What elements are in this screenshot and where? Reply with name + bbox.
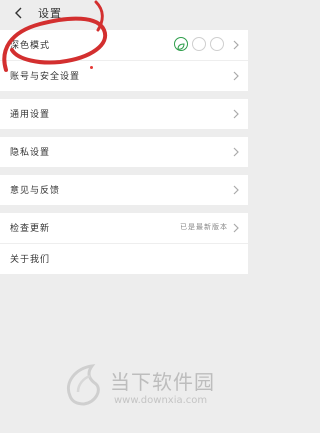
settings-group-2: 通用设置 xyxy=(0,99,248,129)
dark-mode-label: 深色模式 xyxy=(10,41,51,51)
leaf-icon xyxy=(177,43,185,50)
theme-option-light[interactable] xyxy=(192,37,206,51)
chevron-right-icon xyxy=(233,71,239,81)
about-label: 关于我们 xyxy=(10,255,51,265)
check-update-row[interactable]: 检查更新 已是最新版本 xyxy=(0,213,248,244)
dark-mode-row[interactable]: 深色模式 xyxy=(0,30,248,61)
chevron-right-icon xyxy=(233,40,239,50)
settings-group-5: 检查更新 已是最新版本 关于我们 xyxy=(0,213,248,274)
back-arrow-icon[interactable] xyxy=(12,6,26,20)
general-settings-label: 通用设置 xyxy=(10,110,51,120)
privacy-settings-row[interactable]: 隐私设置 xyxy=(0,137,248,167)
settings-group-3: 隐私设置 xyxy=(0,137,248,167)
feedback-row[interactable]: 意见与反馈 xyxy=(0,175,248,205)
watermark: 当下软件园 www.downxia.com xyxy=(62,362,248,422)
version-status: 已是最新版本 xyxy=(180,223,228,231)
settings-group-1: 深色模式 账号与安全设置 xyxy=(0,30,248,91)
feedback-label: 意见与反馈 xyxy=(10,186,61,196)
watermark-url: www.downxia.com xyxy=(114,395,208,406)
chevron-right-icon xyxy=(233,109,239,119)
account-security-label: 账号与安全设置 xyxy=(10,72,81,82)
page-title: 设置 xyxy=(38,7,62,20)
about-row[interactable]: 关于我们 xyxy=(0,244,248,274)
chevron-right-icon xyxy=(233,223,239,233)
chevron-right-icon xyxy=(233,185,239,195)
top-bar: 设置 xyxy=(0,0,248,26)
theme-option-dark[interactable] xyxy=(210,37,224,51)
check-update-label: 检查更新 xyxy=(10,224,51,234)
watermark-text: 当下软件园 xyxy=(110,370,215,394)
chevron-right-icon xyxy=(233,147,239,157)
watermark-logo-icon xyxy=(67,364,100,406)
account-security-row[interactable]: 账号与安全设置 xyxy=(0,61,248,91)
theme-option-green[interactable] xyxy=(174,37,188,51)
new-badge-dot xyxy=(90,66,93,69)
settings-group-4: 意见与反馈 xyxy=(0,175,248,205)
general-settings-row[interactable]: 通用设置 xyxy=(0,99,248,129)
privacy-settings-label: 隐私设置 xyxy=(10,148,51,158)
